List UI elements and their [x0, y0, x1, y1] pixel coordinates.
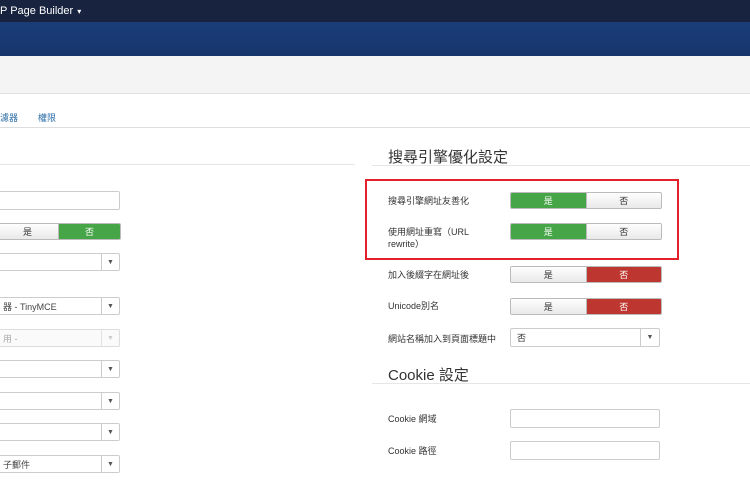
toggle-no[interactable]: 否 [58, 224, 120, 239]
select-field[interactable]: ▼ [0, 392, 120, 410]
select-field[interactable]: ▼ [0, 253, 120, 271]
sitename-in-title-select[interactable]: 否 ▼ [510, 328, 660, 347]
cookie-domain-label: Cookie 網域 [388, 414, 437, 424]
yes-no-toggle[interactable]: 是 否 [0, 223, 121, 240]
url-suffix-label: 加入後綴字在網址後 [388, 270, 470, 280]
editor-select[interactable]: 器 - TinyMCE ▼ [0, 297, 120, 315]
header-banner [0, 22, 750, 56]
sef-url-toggle[interactable]: 是 否 [510, 192, 662, 209]
toggle-yes[interactable]: 是 [511, 299, 586, 314]
mail-select[interactable]: 子郵件 ▼ [0, 455, 120, 473]
toolbar [0, 56, 750, 94]
divider [0, 164, 355, 165]
chevron-down-icon: ▼ [101, 361, 119, 377]
toggle-yes[interactable]: 是 [0, 224, 58, 239]
chevron-down-icon: ▼ [101, 298, 119, 314]
top-menu-bar: P Page Builder ▾ [0, 0, 750, 22]
chevron-down-icon: ▼ [101, 330, 119, 346]
toggle-yes[interactable]: 是 [511, 224, 586, 239]
cookie-path-input[interactable] [510, 441, 660, 460]
unicode-alias-toggle[interactable]: 是 否 [510, 298, 662, 315]
sitename-in-title-label: 網站名稱加入到頁面標題中 [388, 334, 497, 344]
toggle-no[interactable]: 否 [585, 224, 661, 239]
select-field[interactable]: ▼ [0, 360, 120, 378]
select-field[interactable]: ▼ [0, 423, 120, 441]
left-settings-panel: 是 否 ▼ 器 - TinyMCE ▼ 用 - ▼ ▼ ▼ ▼ 子郵件 ▼ [0, 128, 360, 500]
cookie-domain-input[interactable] [510, 409, 660, 428]
tab-bar: 濾器 權限 [0, 104, 750, 128]
toggle-yes[interactable]: 是 [511, 267, 586, 282]
url-suffix-toggle[interactable]: 是 否 [510, 266, 662, 283]
toggle-no[interactable]: 否 [585, 267, 661, 282]
toggle-yes[interactable]: 是 [511, 193, 586, 208]
chevron-down-icon: ▼ [101, 456, 119, 472]
chevron-down-icon: ▼ [640, 329, 659, 346]
toggle-no[interactable]: 否 [585, 193, 661, 208]
seo-section-title: 搜尋引擎優化設定 [388, 149, 509, 166]
url-rewrite-toggle[interactable]: 是 否 [510, 223, 662, 240]
toggle-no[interactable]: 否 [585, 299, 661, 314]
text-field[interactable] [0, 191, 120, 210]
page-builder-menu[interactable]: P Page Builder ▾ [0, 5, 81, 17]
cookie-section-title: Cookie 設定 [388, 367, 469, 384]
chevron-down-icon: ▼ [101, 393, 119, 409]
cookie-path-label: Cookie 路徑 [388, 446, 437, 456]
sef-url-label: 搜尋引擎網址友善化 [388, 196, 470, 206]
tab-permissions[interactable]: 權限 [38, 111, 56, 124]
unicode-alias-label: Unicode別名 [388, 301, 440, 311]
divider [372, 165, 750, 166]
chevron-down-icon: ▼ [101, 424, 119, 440]
disabled-select: 用 - ▼ [0, 329, 120, 347]
chevron-down-icon: ▼ [101, 254, 119, 270]
url-rewrite-label: 使用網址重寫（URL rewrite） [388, 227, 469, 249]
divider [372, 383, 750, 384]
caret-down-icon: ▾ [77, 7, 82, 16]
tab-filters[interactable]: 濾器 [0, 111, 18, 124]
